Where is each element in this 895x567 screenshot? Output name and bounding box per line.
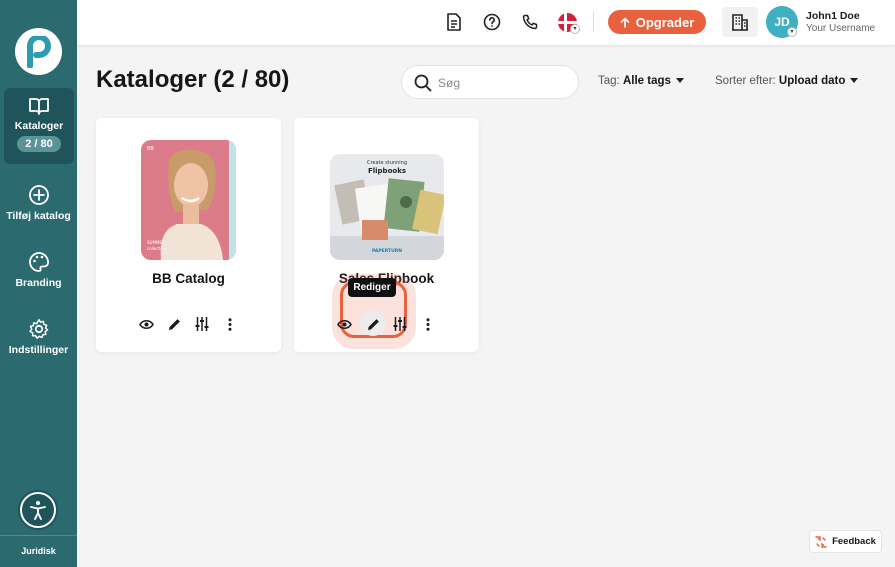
catalog-title[interactable]: BB Catalog: [96, 271, 281, 286]
sliders-icon: [393, 317, 407, 331]
catalog-actions: [96, 316, 281, 332]
sidebar-item-label: Kataloger: [14, 120, 64, 132]
cover-collection-text: collection: [147, 246, 167, 251]
chevron-down-icon: ▾: [787, 27, 797, 37]
sidebar-divider: [0, 535, 77, 536]
sort-label: Sorter efter:: [715, 75, 776, 87]
catalog-cover-image[interactable]: Create stunning Flipbooks PAPERTURN: [330, 154, 444, 260]
phone-button[interactable]: [520, 12, 540, 32]
sidebar-item-label: Indstillinger: [8, 344, 69, 356]
accessibility-icon: [30, 501, 46, 520]
feedback-button[interactable]: Feedback: [809, 530, 882, 553]
pencil-icon: [168, 318, 180, 330]
palette-icon: [28, 252, 49, 272]
catalog-card[interactable]: BB SUMMER collection BB Catalog: [96, 118, 281, 352]
document-icon: [447, 13, 461, 31]
search-box[interactable]: [401, 65, 579, 99]
top-bar: ▾ Opgrader JD ▾ John1 Doe Your Username: [77, 0, 895, 45]
gear-icon: [28, 319, 48, 339]
help-icon: [483, 13, 501, 31]
help-button[interactable]: [482, 12, 502, 32]
feedback-label: Feedback: [832, 536, 876, 547]
cover-season-text: SUMMER: [147, 240, 165, 245]
cover-headline-text: Flipbooks: [368, 167, 406, 175]
search-input[interactable]: [438, 74, 568, 92]
plus-circle-icon: [28, 185, 49, 205]
book-open-icon: [29, 98, 49, 115]
eye-icon: [138, 319, 154, 329]
sliders-icon: [195, 317, 209, 331]
cover-illustration: Create stunning Flipbooks PAPERTURN: [330, 154, 444, 260]
preview-button[interactable]: [336, 316, 352, 332]
preview-button[interactable]: [138, 316, 154, 332]
juridisk-link[interactable]: Juridisk: [0, 546, 77, 556]
phone-icon: [522, 14, 538, 30]
page-title: Kataloger (2 / 80): [96, 66, 290, 93]
settings-sliders-button[interactable]: [392, 316, 408, 332]
topbar-divider: [593, 12, 594, 32]
more-vertical-icon: [426, 317, 430, 331]
sort-value: Upload dato: [778, 75, 846, 87]
cover-illustration: BB SUMMER collection: [141, 140, 236, 260]
chevron-down-icon: ▾: [570, 24, 580, 34]
cover-tagline-text: Create stunning: [367, 160, 407, 166]
catalog-cover-image[interactable]: BB SUMMER collection: [141, 140, 236, 260]
feedback-icon: [815, 535, 827, 548]
sidebar-item-tilfoj-katalog[interactable]: Tilføj katalog: [0, 184, 77, 222]
eye-icon: [336, 319, 352, 329]
user-subtitle: Your Username: [806, 23, 876, 34]
edit-tooltip: Rediger: [348, 278, 396, 297]
catalog-actions: [294, 316, 479, 332]
pencil-icon: [367, 318, 379, 330]
sidebar-item-kataloger[interactable]: Kataloger 2 / 80: [4, 88, 74, 164]
more-options-button[interactable]: [420, 316, 436, 332]
settings-sliders-button[interactable]: [194, 316, 210, 332]
tag-filter-dropdown[interactable]: Tag: Alle tags: [598, 75, 684, 87]
caret-down-icon: [850, 78, 859, 84]
arrow-up-icon: [620, 17, 630, 28]
sidebar-item-indstillinger[interactable]: Indstillinger: [0, 318, 77, 356]
sidebar-item-label: Branding: [15, 277, 62, 289]
user-name: John1 Doe: [806, 10, 860, 22]
tag-filter-label: Tag:: [598, 75, 620, 87]
sort-dropdown[interactable]: Sorter efter: Upload dato: [715, 75, 859, 87]
sidebar: Kataloger 2 / 80 Tilføj katalog Branding…: [0, 0, 77, 567]
building-icon: [732, 14, 748, 31]
search-icon: [414, 74, 432, 92]
accessibility-button[interactable]: [20, 492, 56, 528]
more-options-button[interactable]: [222, 316, 238, 332]
app-logo[interactable]: [15, 28, 62, 75]
cover-brand-text: BB: [147, 146, 154, 152]
upgrade-button[interactable]: Opgrader: [608, 10, 706, 34]
sidebar-item-label: Tilføj katalog: [6, 210, 71, 222]
edit-button[interactable]: [166, 316, 182, 332]
edit-button[interactable]: [365, 316, 381, 332]
more-vertical-icon: [228, 317, 232, 331]
catalog-count-badge: 2 / 80: [17, 136, 61, 152]
upgrade-label: Opgrader: [635, 14, 695, 30]
logo-icon: [26, 35, 51, 68]
sidebar-item-branding[interactable]: Branding: [0, 251, 77, 289]
tag-filter-value: Alle tags: [622, 75, 671, 87]
organization-button[interactable]: [722, 7, 758, 37]
caret-down-icon: [675, 78, 684, 84]
cover-brand-text: PAPERTURN: [372, 248, 402, 254]
document-button[interactable]: [444, 12, 464, 32]
